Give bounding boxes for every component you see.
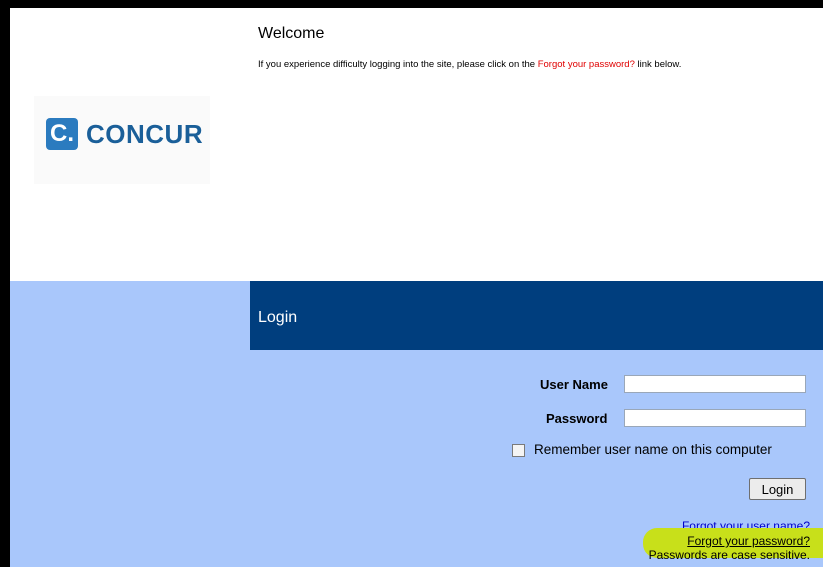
- login-page: C. CONCUR Welcome If you experience diff…: [10, 8, 823, 567]
- forgot-password-link[interactable]: Forgot your password?: [687, 534, 810, 548]
- welcome-text-before: If you experience difficulty logging int…: [258, 59, 538, 70]
- welcome-message: If you experience difficulty logging int…: [258, 59, 818, 71]
- concur-logo: C. CONCUR: [34, 96, 210, 184]
- login-button[interactable]: Login: [749, 478, 806, 500]
- remember-label: Remember user name on this computer: [534, 442, 772, 457]
- remember-checkbox[interactable]: [512, 444, 525, 457]
- welcome-text-after: link below.: [634, 59, 682, 70]
- welcome-title: Welcome: [258, 25, 325, 42]
- username-label: User Name: [540, 377, 608, 392]
- login-header: Login: [250, 281, 823, 350]
- welcome-forgot-password-link[interactable]: Forgot your password?: [538, 59, 635, 70]
- case-sensitive-note: Passwords are case sensitive.: [648, 548, 810, 562]
- login-section: Login User Name Password Remember user n…: [10, 281, 823, 567]
- username-input[interactable]: [624, 375, 806, 393]
- password-input[interactable]: [624, 409, 806, 427]
- password-label: Password: [546, 411, 608, 426]
- concur-logo-text: CONCUR: [86, 119, 204, 149]
- login-title: Login: [258, 309, 298, 326]
- concur-logo-icon: C.: [46, 118, 78, 150]
